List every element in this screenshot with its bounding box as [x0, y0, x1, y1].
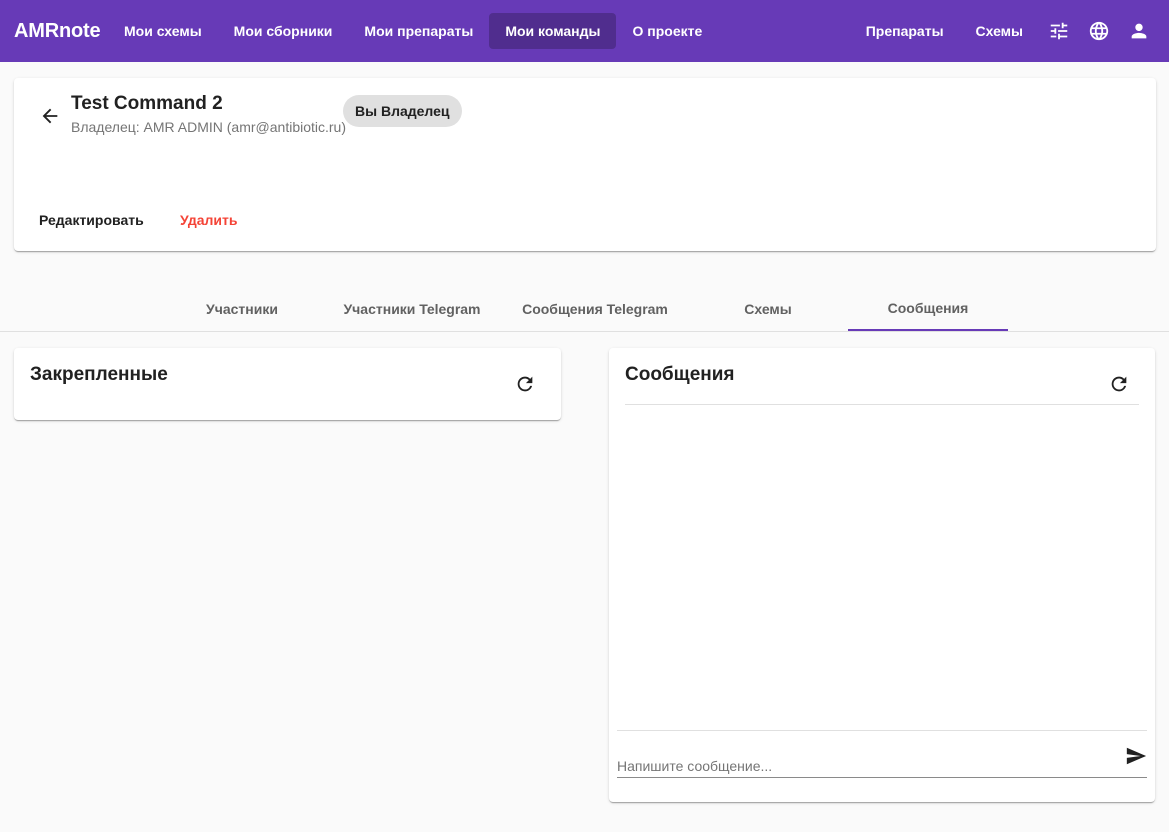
brand-logo[interactable]: AMRnote [0, 20, 108, 43]
command-owner: Владелец: AMR ADMIN (amr@antibiotic.ru) [71, 119, 347, 135]
refresh-icon[interactable] [1103, 368, 1135, 400]
top-app-bar: AMRnote Мои схемы Мои сборники Мои препа… [0, 0, 1169, 62]
account-icon[interactable] [1119, 13, 1159, 49]
globe-icon[interactable] [1079, 13, 1119, 49]
divider [617, 730, 1147, 731]
messages-title: Сообщения [625, 364, 735, 385]
tab-telegram-members[interactable]: Участники Telegram [332, 286, 492, 331]
nav-my-schemes[interactable]: Мои схемы [108, 13, 218, 49]
nav-my-collections[interactable]: Мои сборники [218, 13, 349, 49]
tune-icon[interactable] [1039, 13, 1079, 49]
send-icon[interactable] [1121, 742, 1151, 770]
tab-messages[interactable]: Сообщения [848, 286, 1008, 331]
nav-schemes[interactable]: Схемы [960, 13, 1039, 49]
nav-drugs[interactable]: Препараты [850, 13, 960, 49]
tab-telegram-messages[interactable]: Сообщения Telegram [515, 286, 675, 331]
edit-button[interactable]: Редактировать [39, 212, 144, 228]
input-underline [617, 777, 1147, 778]
command-title: Test Command 2 [71, 93, 223, 114]
role-chip: Вы Владелец [343, 95, 462, 127]
tab-schemes[interactable]: Схемы [688, 286, 848, 331]
nav-my-drugs[interactable]: Мои препараты [348, 13, 489, 49]
pinned-title: Закрепленные [30, 364, 168, 385]
refresh-icon[interactable] [509, 368, 541, 400]
pinned-card: Закрепленные [14, 348, 561, 420]
message-input[interactable] [617, 746, 1119, 778]
delete-button[interactable]: Удалить [180, 212, 237, 228]
messages-card: Сообщения [609, 348, 1155, 802]
command-header-card: Test Command 2 Владелец: AMR ADMIN (amr@… [14, 78, 1156, 251]
tab-members[interactable]: Участники [162, 286, 322, 331]
tab-bar: Участники Участники Telegram Сообщения T… [0, 286, 1169, 332]
nav-about[interactable]: О проекте [616, 13, 718, 49]
nav-my-teams[interactable]: Мои команды [489, 13, 617, 49]
back-arrow-icon[interactable] [36, 102, 64, 130]
messages-list[interactable] [617, 405, 1147, 730]
